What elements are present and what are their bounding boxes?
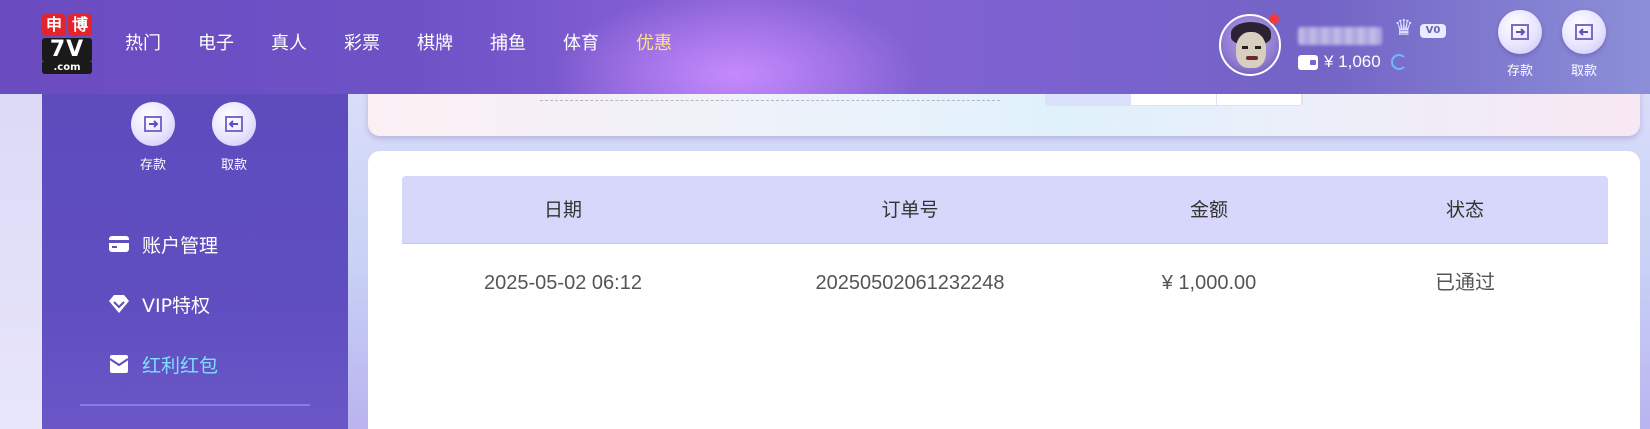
sidebar-deposit-button[interactable]: 存款 [130,102,176,173]
sidebar-item-label: VIP特权 [142,294,211,317]
site-logo[interactable]: 申 博 7V .com [42,14,92,76]
left-margin [0,94,42,429]
wallet-icon [1298,54,1318,70]
cell-amount: ¥ 1,000.00 [1161,272,1257,294]
sidebar-withdraw-label: 取款 [220,158,247,173]
sidebar-quick-actions: 存款 取款 [130,102,257,173]
nav-item-cards[interactable]: 棋牌 [417,30,453,58]
column-header-order-no: 订单号 [881,199,939,221]
nav-item-slots[interactable]: 电子 [198,30,234,58]
cell-order-no: 20250502061232248 [815,272,1005,294]
menu-divider [80,404,310,406]
logo-char-1: 申 [42,14,66,36]
deposit-icon [131,102,175,146]
logo-top-row: 申 博 [42,14,92,36]
balance-amount: ¥ 1,060 [1324,52,1381,71]
avatar-eye-right [1255,46,1261,49]
nav-item-lottery[interactable]: 彩票 [344,30,380,58]
avatar-mouth [1246,56,1258,60]
sidebar-item-label: 账户管理 [142,234,219,257]
header-deposit-label: 存款 [1506,64,1533,79]
column-header-status: 状态 [1445,199,1484,221]
withdraw-icon [1562,10,1606,54]
withdraw-icon [212,102,256,146]
nav-item-promotions[interactable]: 优惠 [636,30,672,58]
nav-item-fishing[interactable]: 捕鱼 [490,30,526,58]
username-blurred [1298,27,1382,45]
notification-dot [1269,14,1279,24]
logo-suffix: .com [42,62,92,74]
top-header: 申 博 7V .com 热门 电子 真人 彩票 棋牌 捕鱼 体育 优惠 ♛ V0… [0,0,1650,94]
cell-status: 已通过 [1435,272,1495,294]
table-row: 2025-05-02 06:12 20250502061232248 ¥ 1,0… [402,245,1608,321]
header-deposit-button[interactable]: 存款 [1495,10,1545,79]
refresh-icon[interactable] [1390,54,1407,70]
diamond-icon [108,293,130,315]
sidebar-menu: 账户管理 VIP特权 红利红包 [108,214,218,394]
card-icon [108,233,130,255]
sidebar-item-label: 红利红包 [142,354,219,377]
records-card: 日期 订单号 金额 状态 2025-05-02 06:12 2025050206… [368,151,1640,429]
nav-item-sports[interactable]: 体育 [563,30,599,58]
logo-main: 7V [42,38,92,62]
header-withdraw-button[interactable]: 取款 [1559,10,1609,79]
column-header-amount: 金额 [1189,199,1228,221]
envelope-icon [108,353,130,375]
vip-badge[interactable]: ♛ V0 [1394,16,1450,44]
column-header-date: 日期 [543,199,582,221]
table-header: 日期 订单号 金额 状态 [402,176,1608,244]
deposit-icon [1498,10,1542,54]
sidebar-item-bonus[interactable]: 红利红包 [108,334,218,394]
sidebar-withdraw-button[interactable]: 取款 [211,102,257,173]
main-nav: 热门 电子 真人 彩票 棋牌 捕鱼 体育 优惠 [125,30,709,58]
logo-char-2: 博 [68,14,92,36]
user-avatar[interactable] [1219,14,1281,76]
sidebar-item-account[interactable]: 账户管理 [108,214,218,274]
sidebar: 存款 取款 账户管理 VIP特权 红利红包 [42,94,348,429]
balance-display: ¥ 1,060 [1298,52,1407,72]
header-withdraw-label: 取款 [1570,64,1597,79]
vip-level: V0 [1420,24,1446,38]
dashed-divider [540,100,1000,101]
avatar-face [1236,32,1266,68]
avatar-eye-left [1242,46,1248,49]
sidebar-item-vip[interactable]: VIP特权 [108,274,218,334]
sidebar-deposit-label: 存款 [139,158,166,173]
nav-item-live[interactable]: 真人 [271,30,307,58]
nav-item-hot[interactable]: 热门 [125,30,161,58]
cell-date: 2025-05-02 06:12 [484,272,642,294]
